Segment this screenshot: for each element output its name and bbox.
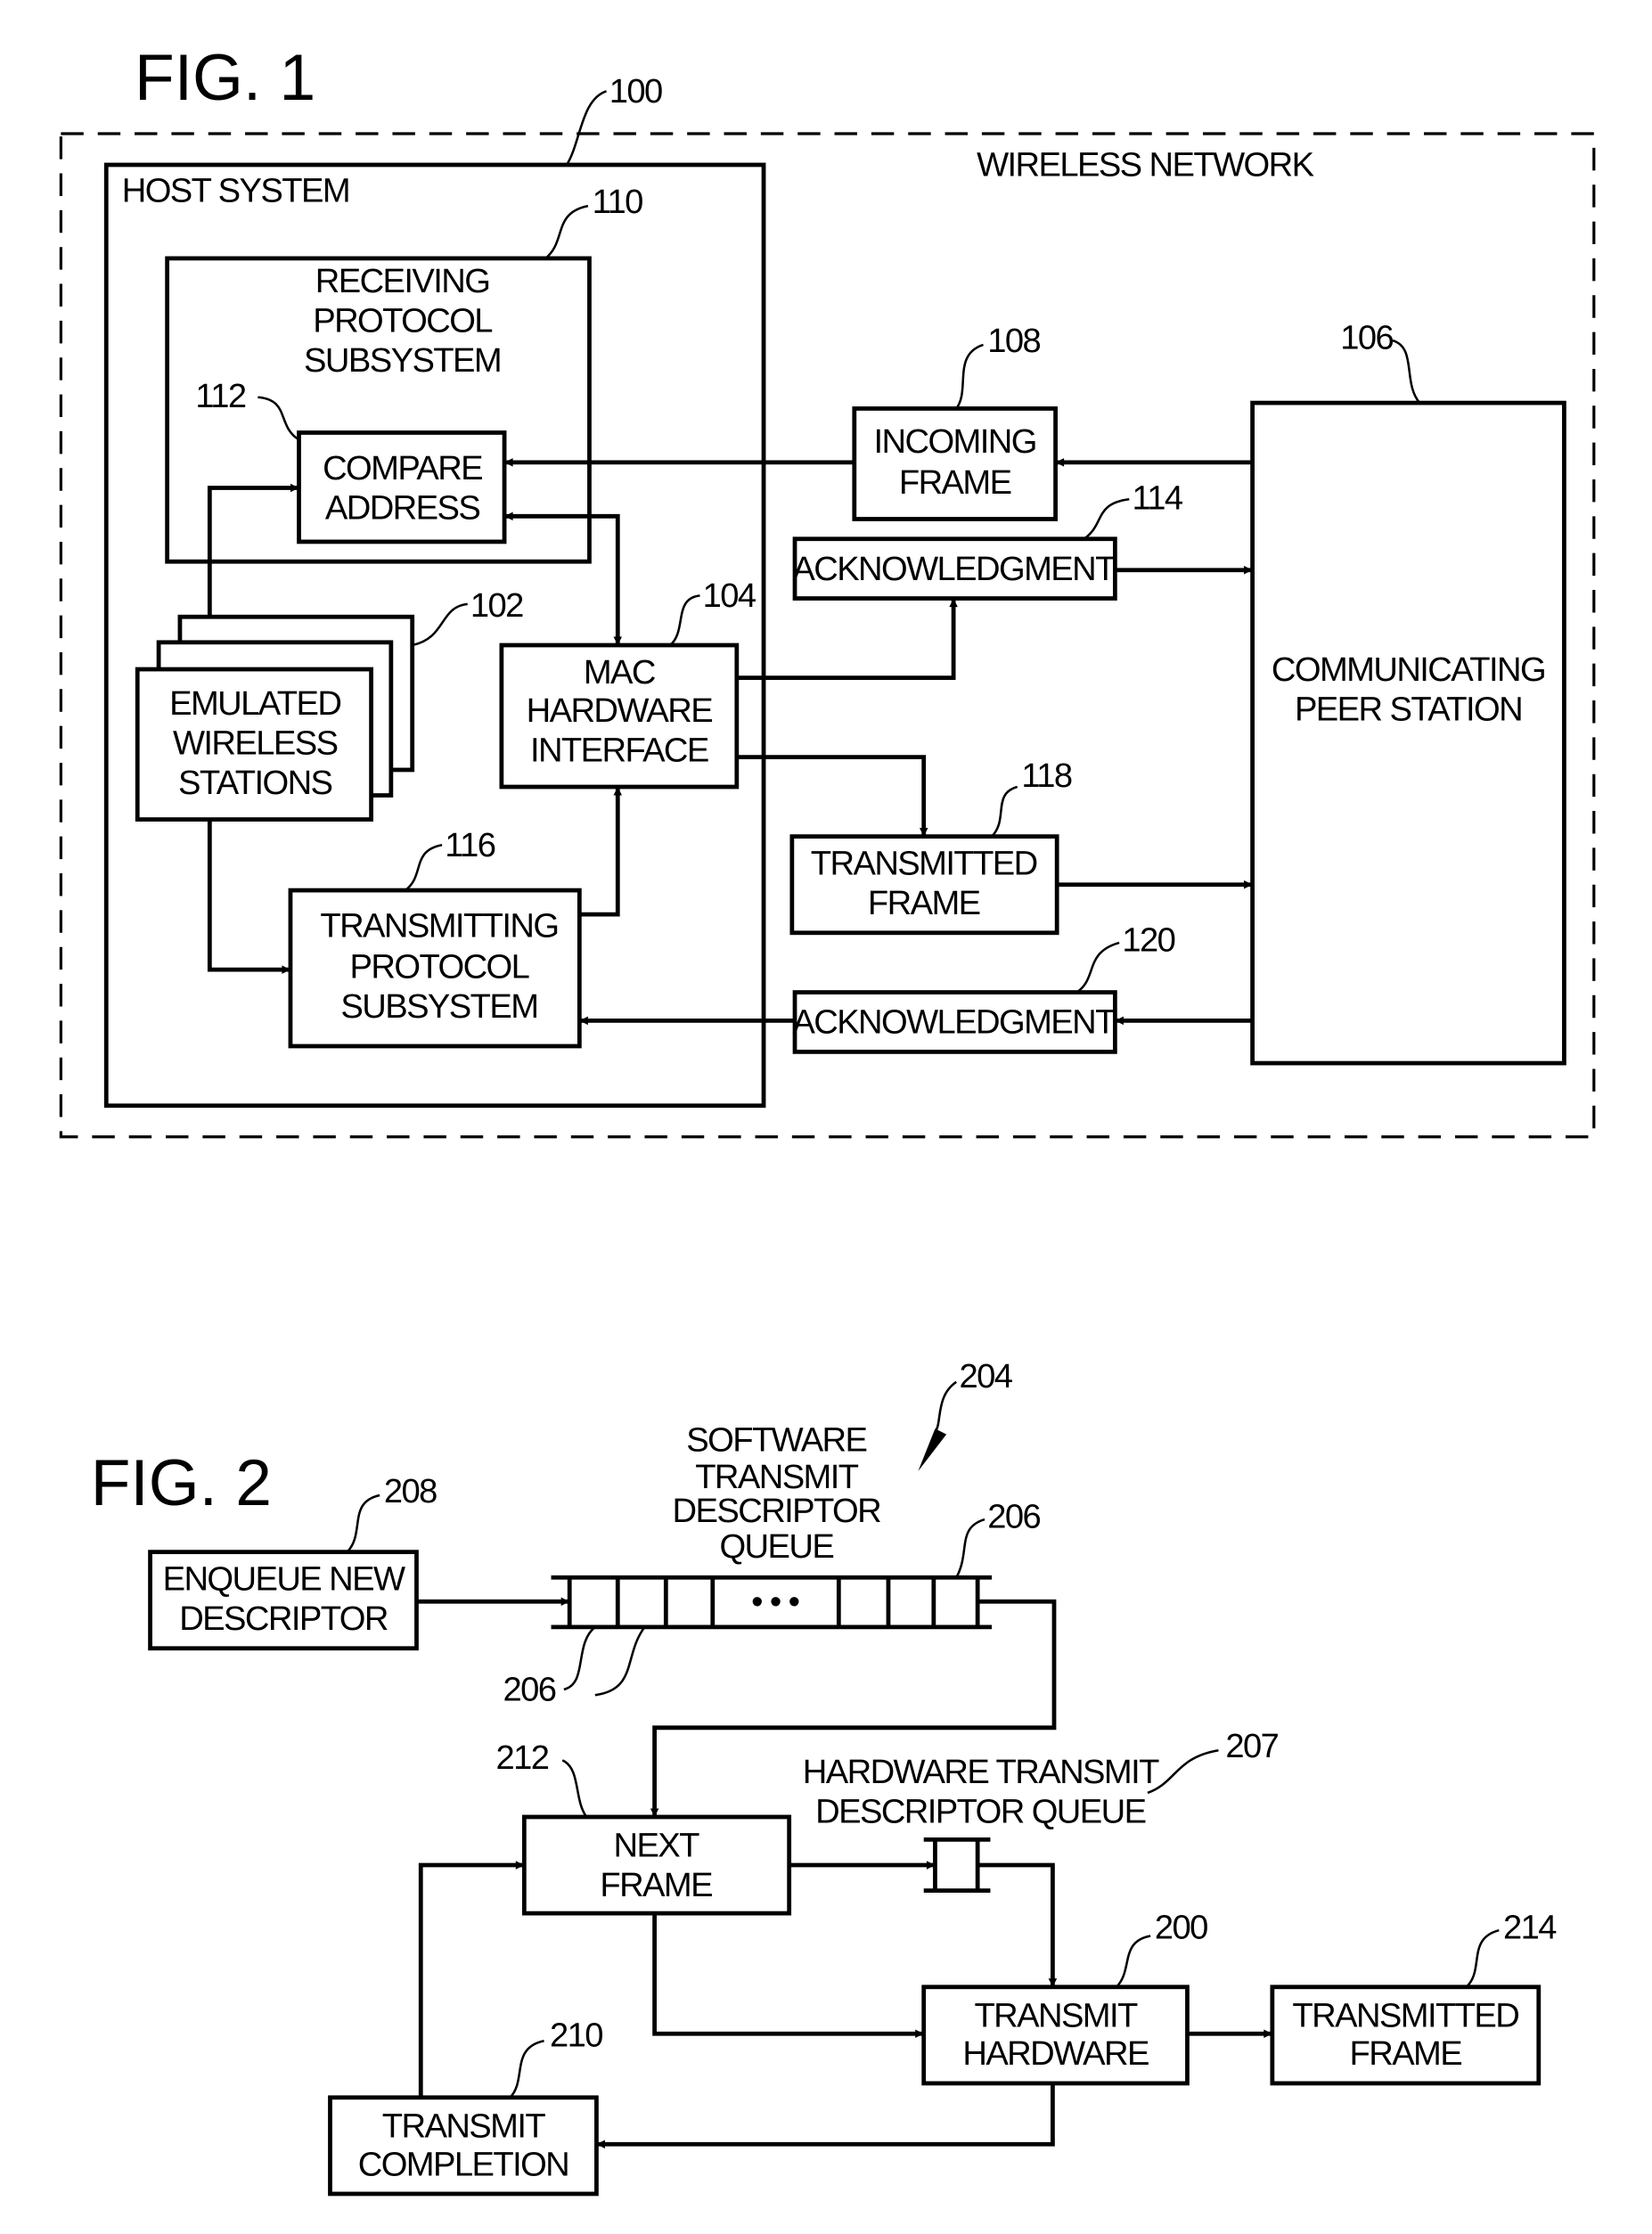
swq-ellipsis: • • • xyxy=(751,1583,799,1621)
swq-label-4: QUEUE xyxy=(719,1527,833,1566)
completion-label-2: COMPLETION xyxy=(358,2145,568,2183)
ref-104: 104 xyxy=(703,577,756,615)
fig1-title: FIG. 1 xyxy=(135,42,315,114)
peer-label-1: COMMUNICATING xyxy=(1272,651,1545,689)
ref-204-leader xyxy=(934,1380,958,1433)
hwq-label-2: DESCRIPTOR QUEUE xyxy=(815,1792,1145,1830)
ref-108: 108 xyxy=(987,322,1040,360)
ref-100-leader xyxy=(565,90,608,166)
mac-label-2: HARDWARE xyxy=(527,691,713,730)
swq-label-2: TRANSMIT xyxy=(695,1458,859,1496)
ref-204: 204 xyxy=(959,1357,1012,1395)
arrow-mac-to-ack1 xyxy=(736,598,958,680)
receiving-label-3: SUBSYSTEM xyxy=(304,341,501,380)
ref-212-leader xyxy=(561,1759,588,1818)
ref-214-leader xyxy=(1465,1928,1500,1988)
emulated-label-3: STATIONS xyxy=(178,764,332,802)
ref-118-leader xyxy=(991,785,1018,838)
ref-100: 100 xyxy=(609,72,662,110)
swq-label-1: SOFTWARE xyxy=(686,1421,866,1460)
ref-214: 214 xyxy=(1503,1909,1557,1947)
ref-102: 102 xyxy=(470,586,523,625)
transmitting-label-3: SUBSYSTEM xyxy=(340,987,537,1026)
emulated-label-1: EMULATED xyxy=(169,684,340,723)
arrow-next-to-transmit-hardware xyxy=(652,1913,924,2039)
receiving-label-2: PROTOCOL xyxy=(313,302,492,340)
host-system-label: HOST SYSTEM xyxy=(122,171,349,209)
ack2-label: ACKNOWLEDGMENT xyxy=(792,1003,1116,1042)
next-label-1: NEXT xyxy=(613,1827,699,1865)
transmitting-label-1: TRANSMITTING xyxy=(320,907,558,945)
ref-120: 120 xyxy=(1122,921,1174,959)
hwq-label-1: HARDWARE TRANSMIT xyxy=(803,1753,1159,1791)
ref-206-bottom-leader-2 xyxy=(594,1626,646,1697)
ref-114: 114 xyxy=(1132,479,1182,517)
ref-116: 116 xyxy=(445,826,495,864)
emulated-label-2: WIRELESS xyxy=(173,724,338,762)
enqueue-label-1: ENQUEUE NEW xyxy=(163,1560,405,1599)
ref-114-leader xyxy=(1083,497,1130,540)
swq-label-3: DESCRIPTOR xyxy=(673,1492,881,1530)
receiving-label-1: RECEIVING xyxy=(315,262,490,300)
incoming-label-2: FRAME xyxy=(899,463,1011,502)
ref-120-leader xyxy=(1075,941,1120,994)
ref-110: 110 xyxy=(593,183,642,221)
compare-label-2: ADDRESS xyxy=(325,488,479,527)
ref-200-leader xyxy=(1116,1935,1151,1988)
ref-106-leader xyxy=(1392,339,1421,404)
ref-210: 210 xyxy=(550,2017,602,2055)
ref-108-leader xyxy=(955,343,984,410)
wireless-network-label: WIRELESS NETWORK xyxy=(977,146,1315,184)
ref-208: 208 xyxy=(384,1472,437,1510)
txframe-label-2: FRAME xyxy=(868,884,980,922)
transmitting-label-2: PROTOCOL xyxy=(350,948,529,986)
ref-200: 200 xyxy=(1155,1909,1207,1947)
incoming-label-1: INCOMING xyxy=(874,422,1036,461)
ref-207: 207 xyxy=(1225,1727,1278,1765)
txframe-label-1: TRANSMITTED xyxy=(811,845,1037,883)
ack1-label: ACKNOWLEDGMENT xyxy=(792,550,1116,588)
ref-106: 106 xyxy=(1340,319,1393,357)
completion-label-1: TRANSMIT xyxy=(382,2107,546,2145)
hw-label-2: HARDWARE xyxy=(962,2034,1149,2073)
txframe2-label-2: FRAME xyxy=(1350,2034,1462,2073)
ref-208-leader xyxy=(346,1493,380,1553)
ref-204-arrowhead xyxy=(918,1428,947,1472)
arrow-completion-to-next-frame xyxy=(418,1861,525,2098)
ref-112: 112 xyxy=(195,377,245,415)
peer-label-2: PEER STATION xyxy=(1295,690,1522,728)
hw-label-1: TRANSMIT xyxy=(974,1996,1138,2034)
communicating-peer-station-box xyxy=(1250,400,1566,1066)
software-transmit-descriptor-queue: • • • xyxy=(551,1575,993,1630)
next-label-2: FRAME xyxy=(600,1866,712,1904)
mac-label-1: MAC xyxy=(584,653,656,691)
ref-210-leader xyxy=(509,2039,544,2099)
compare-label-1: COMPARE xyxy=(323,449,482,487)
fig2-title: FIG. 2 xyxy=(91,1447,272,1519)
ref-206-top-leader xyxy=(955,1518,985,1578)
ref-206-bottom-leader-1 xyxy=(563,1625,596,1691)
mac-label-3: INTERFACE xyxy=(530,731,708,769)
ref-212: 212 xyxy=(496,1739,549,1777)
ref-118: 118 xyxy=(1021,757,1071,795)
arrow-hardware-to-completion xyxy=(596,2083,1055,2149)
txframe2-label-1: TRANSMITTED xyxy=(1292,1996,1518,2034)
enqueue-label-2: DESCRIPTOR xyxy=(179,1600,388,1638)
ref-206-bottom: 206 xyxy=(503,1671,555,1709)
arrow-hwq-to-transmit-hardware xyxy=(977,1862,1058,1987)
ref-206-top: 206 xyxy=(987,1498,1040,1536)
patent-drawing: FIG. 1 WIRELESS NETWORK 100 HOST SYSTEM … xyxy=(59,42,1596,2197)
